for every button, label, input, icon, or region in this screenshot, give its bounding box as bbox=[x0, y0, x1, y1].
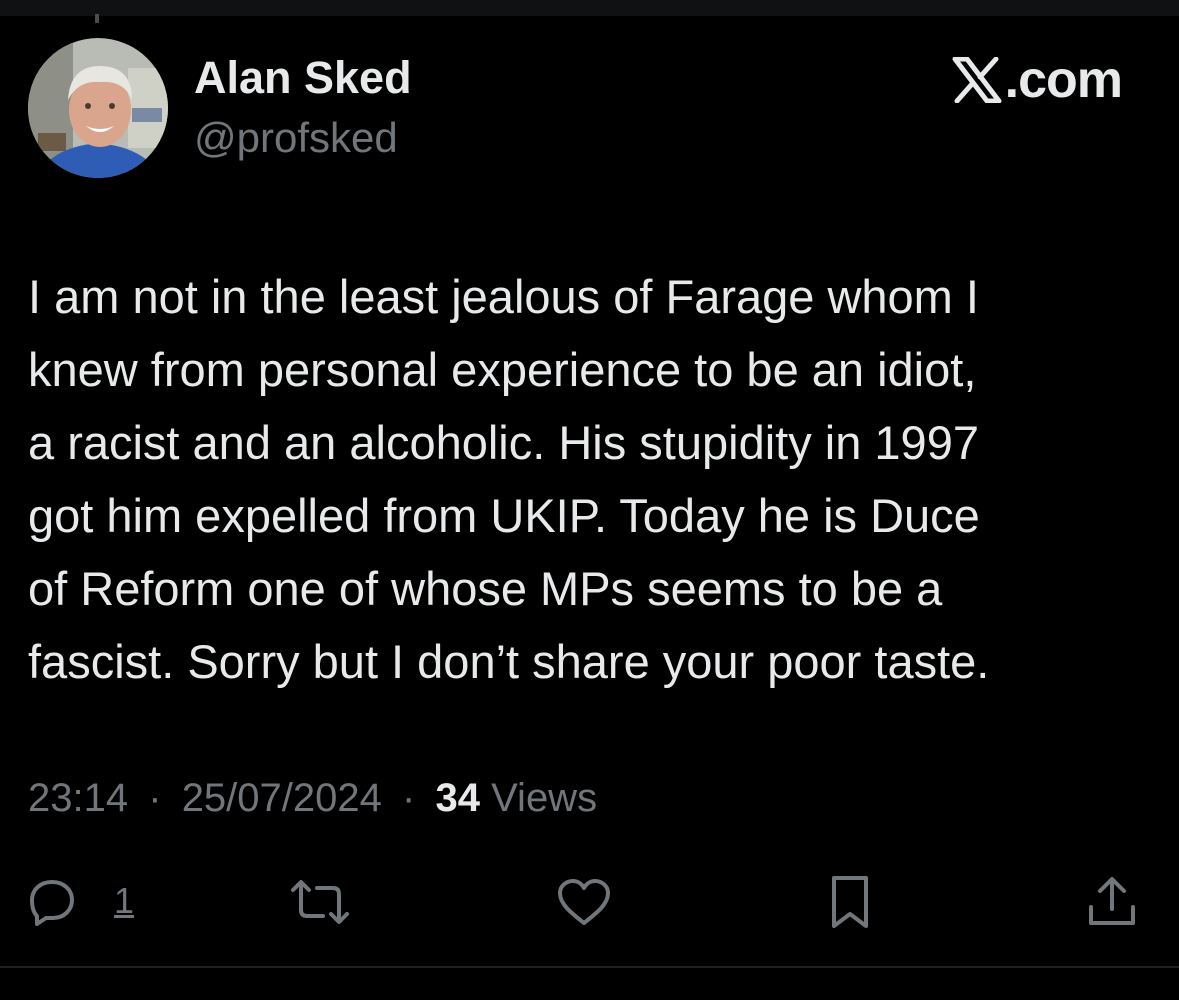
repost-icon bbox=[289, 877, 351, 932]
bookmark-icon bbox=[828, 874, 872, 935]
share-icon bbox=[1086, 875, 1138, 934]
x-logo-icon bbox=[952, 57, 1005, 103]
like-button[interactable] bbox=[554, 874, 614, 934]
tweet-text: I am not in the least jealous of Farage … bbox=[28, 270, 990, 688]
meta-separator: · bbox=[402, 776, 416, 820]
tweet-time[interactable]: 23:14 bbox=[28, 776, 128, 820]
display-name[interactable]: Alan Sked bbox=[194, 52, 412, 104]
top-tick bbox=[95, 14, 99, 23]
reply-icon bbox=[27, 877, 77, 932]
reply-count[interactable]: 1 bbox=[114, 880, 134, 922]
tweet-meta: 23:14 · 25/07/2024 · 34 Views bbox=[28, 776, 597, 821]
reply-button[interactable] bbox=[22, 874, 82, 934]
views-count: 34 bbox=[435, 776, 480, 820]
share-button[interactable] bbox=[1082, 874, 1142, 934]
views-label: Views bbox=[491, 776, 598, 820]
top-strip bbox=[0, 0, 1179, 16]
bookmark-button[interactable] bbox=[820, 874, 880, 934]
avatar[interactable] bbox=[28, 38, 168, 178]
tweet-date[interactable]: 25/07/2024 bbox=[182, 776, 382, 820]
like-icon bbox=[556, 877, 612, 932]
brand-x-com: .com bbox=[952, 50, 1123, 110]
meta-separator: · bbox=[148, 776, 162, 820]
repost-button[interactable] bbox=[290, 874, 350, 934]
brand-label: .com bbox=[1004, 51, 1123, 109]
divider bbox=[0, 966, 1179, 968]
handle[interactable]: @profsked bbox=[194, 114, 398, 162]
